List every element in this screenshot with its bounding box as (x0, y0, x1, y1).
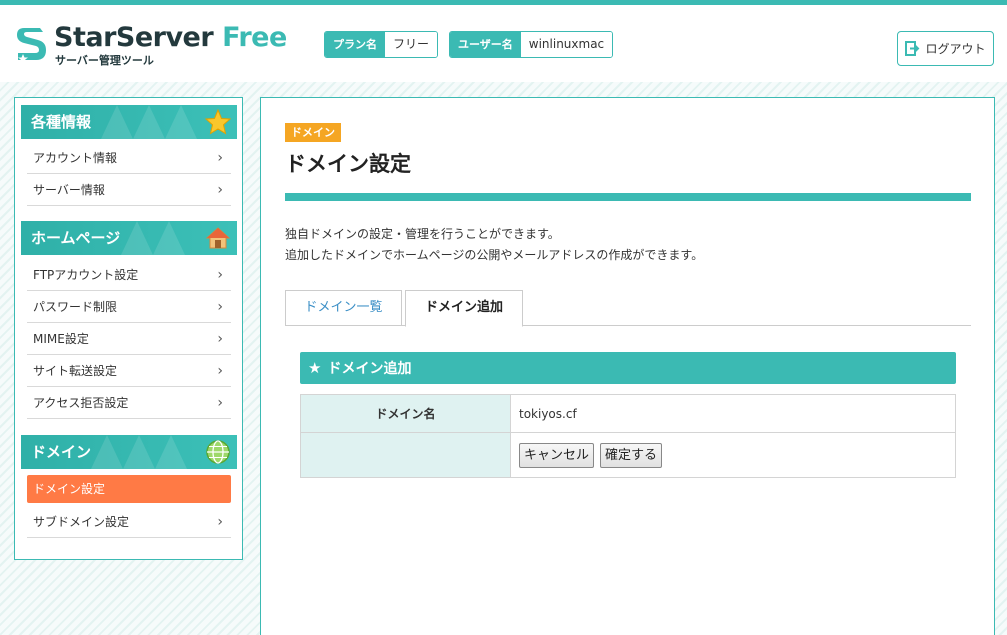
empty-label-cell (300, 432, 511, 478)
category-badge: ドメイン (285, 123, 341, 142)
sidebar-item-domain-settings[interactable]: ドメイン設定 (27, 475, 231, 503)
logo-mark-icon (17, 28, 46, 63)
house-icon (205, 227, 231, 249)
sidebar-item-account-info[interactable]: アカウント情報 › (27, 142, 231, 174)
sidebar-item-ftp-account[interactable]: FTPアカウント設定 › (27, 259, 231, 291)
chevron-right-icon: › (217, 299, 223, 315)
domain-add-form: ドメイン名 tokiyos.cf キャンセル 確定する (300, 394, 956, 478)
user-badge: ユーザー名 winlinuxmac (449, 31, 614, 58)
title-divider (285, 193, 971, 201)
header: StarServer Free サーバー管理ツール プラン名 フリー ユーザー名… (0, 0, 1007, 82)
table-row: キャンセル 確定する (300, 432, 956, 478)
button-cell: キャンセル 確定する (510, 432, 956, 478)
chevron-right-icon: › (217, 395, 223, 411)
domain-name-value: tokiyos.cf (510, 394, 956, 433)
tab-domain-list[interactable]: ドメイン一覧 (285, 290, 402, 326)
chevron-right-icon: › (217, 150, 223, 166)
plan-value: フリー (385, 32, 438, 57)
page-description: 独自ドメインの設定・管理を行うことができます。 追加したドメインでホームページの… (285, 227, 704, 262)
user-label: ユーザー名 (450, 32, 521, 57)
sidebar-section-domain: ドメイン (21, 435, 237, 469)
sidebar-item-subdomain-settings[interactable]: サブドメイン設定 › (27, 506, 231, 538)
logout-label: ログアウト (925, 42, 986, 56)
globe-icon (206, 440, 230, 464)
chevron-right-icon: › (217, 331, 223, 347)
chevron-right-icon: › (217, 267, 223, 283)
logo-subtitle: サーバー管理ツール (55, 54, 154, 67)
logo-title: StarServer Free (54, 22, 287, 53)
sidebar-section-homepage: ホームページ (21, 221, 237, 255)
sidebar-item-site-redirect[interactable]: サイト転送設定 › (27, 355, 231, 387)
domain-name-label: ドメイン名 (300, 394, 511, 433)
user-value: winlinuxmac (520, 32, 613, 57)
cancel-button[interactable]: キャンセル (519, 442, 595, 468)
sidebar: 各種情報 アカウント情報 › サーバー情報 › ホームページ FTPアカウント設定 ›… (14, 97, 243, 560)
sidebar-section-title: ドメイン (31, 443, 92, 461)
logout-icon (905, 41, 920, 56)
chevron-right-icon: › (217, 363, 223, 379)
star-icon (205, 109, 231, 135)
logo[interactable]: StarServer Free サーバー管理ツール (14, 22, 294, 67)
confirm-button[interactable]: 確定する (600, 442, 663, 468)
sidebar-item-server-info[interactable]: サーバー情報 › (27, 174, 231, 206)
page-title: ドメイン設定 (285, 152, 411, 176)
sidebar-item-access-deny[interactable]: アクセス拒否設定 › (27, 387, 231, 419)
section-header: ★ ドメイン追加 (300, 352, 956, 384)
logout-button[interactable]: ログアウト (897, 31, 994, 66)
sidebar-section-title: ホームページ (31, 229, 121, 247)
plan-label: プラン名 (325, 32, 385, 57)
chevron-right-icon: › (217, 514, 223, 530)
tab-bar: ドメイン一覧 ドメイン追加 (285, 290, 971, 327)
plan-badge: プラン名 フリー (324, 31, 439, 58)
chevron-right-icon: › (217, 182, 223, 198)
sidebar-item-password-limit[interactable]: パスワード制限 › (27, 291, 231, 323)
table-row: ドメイン名 tokiyos.cf (300, 394, 956, 433)
sidebar-item-mime[interactable]: MIME設定 › (27, 323, 231, 355)
main-panel: ドメイン ドメイン設定 独自ドメインの設定・管理を行うことができます。 追加した… (260, 97, 995, 635)
sidebar-section-info: 各種情報 (21, 105, 237, 139)
tab-domain-add[interactable]: ドメイン追加 (405, 290, 523, 327)
sidebar-section-title: 各種情報 (31, 113, 92, 131)
star-icon: ★ (308, 359, 322, 377)
